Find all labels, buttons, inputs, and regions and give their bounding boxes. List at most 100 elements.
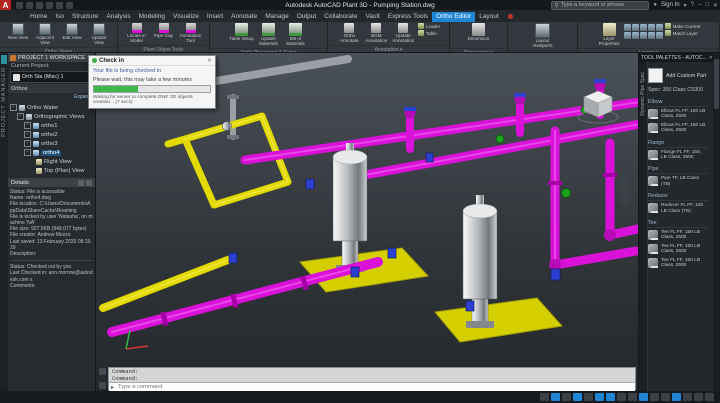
table-button[interactable]: Table xyxy=(417,30,440,36)
update-annotation-button[interactable]: Update Annotation xyxy=(391,23,416,44)
tab-iso[interactable]: Iso xyxy=(51,12,68,22)
refresh-icon[interactable] xyxy=(78,179,84,186)
pin-icon[interactable] xyxy=(86,179,92,186)
clean-screen-icon[interactable] xyxy=(705,393,714,401)
palette-item[interactable]: Elbow FL FF, 150 LB Class, 2500 xyxy=(648,109,708,120)
tab-output[interactable]: Output xyxy=(293,12,321,22)
palette-scrollbar[interactable] xyxy=(713,53,720,391)
layer-tool-icon[interactable] xyxy=(647,32,655,39)
transparency-icon[interactable] xyxy=(628,393,637,401)
palette-item[interactable]: Flange FL FF, 150, LB Class, 2500 xyxy=(648,149,708,161)
annotation-scale-icon[interactable] xyxy=(672,393,681,401)
tab-analysis[interactable]: Analysis xyxy=(102,12,134,22)
update-materials-button[interactable]: Update Materials xyxy=(256,23,281,47)
tree-item-right-view[interactable]: Right View xyxy=(36,157,95,166)
tab-modeling[interactable]: Modeling xyxy=(135,12,169,22)
expander-icon[interactable] xyxy=(17,113,24,120)
pipe-gap-button[interactable]: Pipe Gap xyxy=(151,23,176,44)
expander-icon[interactable] xyxy=(24,140,31,147)
dimension-button[interactable]: Dimension xyxy=(466,23,491,47)
tab-layout[interactable]: Layout xyxy=(475,12,503,22)
tab-collaborate[interactable]: Collaborate xyxy=(320,12,361,22)
wrench-icon[interactable] xyxy=(99,382,106,389)
expander-icon[interactable] xyxy=(24,149,31,156)
3d-osnap-icon[interactable] xyxy=(650,393,659,401)
tree-item-top-plan-view[interactable]: Top (Plan) View xyxy=(36,166,95,175)
redo-icon[interactable] xyxy=(66,1,73,9)
dynamic-ucs-icon[interactable] xyxy=(661,393,670,401)
caret-down-icon[interactable]: ▾ xyxy=(684,2,687,9)
tab-express-tools[interactable]: Express Tools xyxy=(384,12,432,22)
ortho-annotate-button[interactable]: Ortho Annotate xyxy=(337,23,362,44)
update-view-button[interactable]: Update View xyxy=(87,23,112,46)
tree-item-root[interactable]: Ortho Water xyxy=(10,103,95,112)
tree-item-ortho4[interactable]: ortho4 xyxy=(24,148,95,157)
leader-button[interactable]: Leader xyxy=(417,23,440,29)
adjacent-view-button[interactable]: Adjacent View xyxy=(33,23,58,46)
expander-icon[interactable] xyxy=(10,104,17,111)
dialog-close-icon[interactable]: ✕ xyxy=(207,57,212,64)
isolate-objects-icon[interactable] xyxy=(694,393,703,401)
command-input[interactable] xyxy=(116,383,633,391)
workspace-switch-icon[interactable] xyxy=(683,393,692,401)
expander-icon[interactable] xyxy=(24,122,31,129)
selection-cycling-icon[interactable] xyxy=(639,393,648,401)
polar-tracking-icon[interactable] xyxy=(584,393,593,401)
object-track-icon[interactable] xyxy=(606,393,615,401)
palette-item[interactable]: Elbow FL FF, 150 LB Class, 2500 xyxy=(648,122,708,134)
tab-structure[interactable]: Structure xyxy=(68,12,102,22)
plot-icon[interactable] xyxy=(46,1,53,9)
grid-icon[interactable] xyxy=(551,393,560,401)
tree-item-views[interactable]: Orthographic Views xyxy=(17,112,95,121)
palette-item[interactable]: Pipe TF, LB Class (TB) xyxy=(648,176,708,187)
model-space-icon[interactable] xyxy=(540,393,549,401)
ortho-mode-icon[interactable] xyxy=(573,393,582,401)
bill-of-materials-button[interactable]: Bill of Materials xyxy=(283,23,308,47)
lineweight-icon[interactable] xyxy=(617,393,626,401)
expand-link[interactable]: Expand xyxy=(8,93,95,101)
annotation-tool-button[interactable]: Annotation Tool xyxy=(178,23,203,44)
new-file-icon[interactable] xyxy=(16,1,23,9)
close-icon[interactable]: ✕ xyxy=(713,2,718,9)
maximize-icon[interactable]: □ xyxy=(705,2,709,8)
tab-manage[interactable]: Manage xyxy=(261,12,293,22)
scroll-thumb[interactable] xyxy=(714,59,719,109)
layer-tool-icon[interactable] xyxy=(631,24,639,31)
make-current-button[interactable]: Make Current xyxy=(664,23,700,29)
current-project-dropdown[interactable]: Orth Sta (Misc) 1 ▾ xyxy=(10,71,93,83)
undo-icon[interactable] xyxy=(56,1,63,9)
help-search-input[interactable]: ⚲ Type a keyword or phrase xyxy=(551,0,650,10)
help-icon[interactable]: ? xyxy=(691,2,694,8)
layer-tool-icon[interactable] xyxy=(655,24,663,31)
customize-icon[interactable] xyxy=(99,368,106,375)
dialog-title-bar[interactable]: Check in ✕ xyxy=(89,56,215,66)
layer-tool-icon[interactable] xyxy=(639,24,647,31)
sign-in-button[interactable]: Sign In xyxy=(661,2,680,8)
expander-icon[interactable] xyxy=(24,131,31,138)
layer-tool-icon[interactable] xyxy=(647,24,655,31)
palette-tab-dynamic-pipe-spec[interactable]: Dynamic Pipe Spec xyxy=(640,72,646,116)
layout-viewports-button[interactable]: Layout Viewports xyxy=(530,23,555,49)
tool-palettes-header[interactable]: TOOL PALETTES - AUTOC... ✕ xyxy=(639,53,713,62)
minimize-icon[interactable]: – xyxy=(698,2,701,8)
palette-item[interactable]: Reducer FL FF, 150 LB Class (TB) xyxy=(648,203,708,214)
new-view-button[interactable]: New View xyxy=(6,23,31,46)
palette-item[interactable]: Tee FL FF, 150 LB Class, 2500 xyxy=(648,243,708,255)
layer-tool-icon[interactable] xyxy=(655,32,663,39)
tab-annotate[interactable]: Annotate xyxy=(227,12,261,22)
palette-item[interactable]: Tee FL FF, 150 LB Class, 2500 xyxy=(648,257,708,269)
layer-tool-icon[interactable] xyxy=(623,24,631,31)
tab-insert[interactable]: Insert xyxy=(203,12,227,22)
open-file-icon[interactable] xyxy=(26,1,33,9)
tab-visualize[interactable]: Visualize xyxy=(169,12,203,22)
navigation-bar[interactable] xyxy=(620,150,629,205)
orthos-section-header[interactable]: Orthos xyxy=(8,84,95,93)
workspace-row[interactable]: PROJECT 1 WORKSPACE xyxy=(8,53,95,62)
autocad-logo-icon[interactable]: A xyxy=(0,0,11,10)
tab-ortho-editor[interactable]: Ortho Editor xyxy=(432,12,476,22)
locate-in-model-button[interactable]: Locate in Model xyxy=(124,23,149,44)
bom-annotation-button[interactable]: BOM Annotation xyxy=(364,23,389,44)
table-setup-button[interactable]: Table Setup xyxy=(229,23,254,47)
osnap-icon[interactable] xyxy=(595,393,604,401)
layer-tool-icon[interactable] xyxy=(623,32,631,39)
